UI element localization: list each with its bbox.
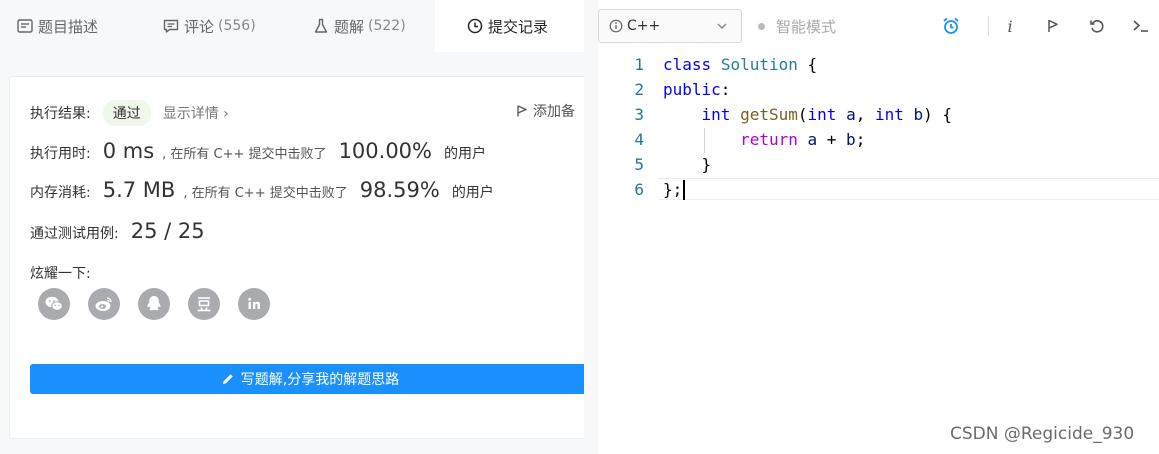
share-label: 炫耀一下:: [30, 266, 91, 282]
comment-icon: [163, 19, 179, 33]
code-line: 1 class Solution {: [598, 52, 1159, 77]
smart-mode-label: 智能模式: [776, 18, 837, 36]
memory-beat-text: , 在所有 C++ 提交中击败了: [183, 186, 348, 201]
toolbar-separator: [988, 16, 989, 36]
add-note-button[interactable]: 添加备: [515, 101, 575, 121]
tab-description-label: 题目描述: [38, 17, 99, 36]
line-number: 1: [634, 55, 644, 74]
memory-value: 5.7 MB: [102, 178, 176, 202]
memory-label: 内存消耗:: [30, 185, 91, 201]
runtime-suffix: 的用户: [444, 146, 486, 162]
code-editor[interactable]: 1 class Solution { 2 public: 3 int getSu…: [598, 52, 1159, 454]
share-icons: [38, 288, 288, 320]
tab-bar: 题目描述 评论 (556) 题解 (522) 提交记录: [0, 0, 584, 52]
tab-description[interactable]: 题目描述: [16, 0, 98, 52]
code-line: 5 }: [598, 152, 1159, 177]
editor-panel: C++ 智能模式 i 1 class Solution { 2 public: …: [598, 0, 1159, 454]
chevron-down-icon: [717, 23, 727, 29]
line-number: 6: [634, 180, 644, 199]
runtime-percent: 100.00%: [338, 139, 432, 163]
editor-toolbar: C++ 智能模式 i: [598, 0, 1159, 52]
tab-solutions[interactable]: 题解 (522): [312, 0, 406, 52]
share-row: 炫耀一下:: [30, 263, 91, 283]
language-select[interactable]: C++: [598, 9, 742, 43]
tab-solutions-count: (522): [368, 18, 406, 34]
show-details-link[interactable]: 显示详情 ›: [163, 103, 229, 123]
testcases-label: 通过测试用例:: [30, 226, 119, 242]
tab-comments-label: 评论: [184, 17, 215, 36]
weibo-icon[interactable]: [88, 288, 120, 320]
text-caret: [683, 180, 685, 200]
submission-result-card: 执行结果: 通过 显示详情 › 添加备 执行用时: 0 ms , 在所有 C++…: [9, 76, 584, 439]
left-panel: 题目描述 评论 (556) 题解 (522) 提交记录 执行结果: 通过 显示详…: [0, 0, 584, 454]
runtime-label: 执行用时:: [30, 146, 91, 162]
chevron-right-icon: ›: [223, 106, 229, 122]
tab-submissions-label: 提交记录: [488, 17, 549, 36]
testcases-value: 25 / 25: [130, 219, 205, 243]
info-icon[interactable]: i: [999, 15, 1021, 37]
show-details-label: 显示详情: [162, 106, 219, 122]
result-label: 执行结果:: [30, 106, 91, 122]
tab-comments[interactable]: 评论 (556): [162, 0, 256, 52]
write-solution-label: 写题解,分享我的解题思路: [240, 372, 400, 388]
code-line: 4 return a + b;: [598, 127, 1159, 152]
flask-icon: [314, 18, 328, 33]
smart-mode-dot: [758, 23, 765, 30]
clock-icon: [467, 18, 483, 34]
pencil-icon: [222, 374, 233, 384]
tab-submissions[interactable]: 提交记录: [435, 0, 584, 52]
alarm-clock-icon[interactable]: [940, 15, 962, 37]
testcases-row: 通过测试用例: 25 / 25: [30, 219, 205, 243]
smart-mode-toggle[interactable]: 智能模式: [758, 16, 836, 37]
panel-divider[interactable]: [584, 0, 598, 454]
console-icon[interactable]: [1130, 15, 1152, 37]
run-flag-icon[interactable]: [1042, 15, 1064, 37]
douban-icon[interactable]: [188, 288, 220, 320]
flag-icon: [517, 105, 527, 117]
runtime-row: 执行用时: 0 ms , 在所有 C++ 提交中击败了 100.00% 的用户: [30, 139, 486, 163]
reset-icon[interactable]: [1086, 15, 1108, 37]
result-row: 执行结果: 通过 显示详情 ›: [30, 100, 229, 126]
language-select-value: C++: [627, 18, 661, 34]
line-number: 4: [634, 130, 644, 149]
tab-solutions-label: 题解: [334, 17, 365, 36]
linkedin-icon[interactable]: [238, 288, 270, 320]
wechat-icon[interactable]: [38, 288, 70, 320]
line-number: 2: [634, 80, 644, 99]
status-badge: 通过: [102, 100, 151, 126]
memory-suffix: 的用户: [451, 185, 494, 201]
write-solution-button[interactable]: 写题解,分享我的解题思路: [30, 364, 584, 394]
memory-percent: 98.59%: [359, 178, 440, 202]
watermark: CSDN @Regicide_930: [950, 424, 1135, 444]
code-line: 2 public:: [598, 77, 1159, 102]
document-icon: [17, 19, 33, 33]
tab-comments-count: (556): [218, 18, 256, 34]
qq-icon[interactable]: [138, 288, 170, 320]
add-note-label: 添加备: [533, 104, 575, 120]
runtime-value: 0 ms: [102, 139, 155, 163]
line-number: 3: [634, 105, 644, 124]
line-number: 5: [634, 155, 644, 174]
memory-row: 内存消耗: 5.7 MB , 在所有 C++ 提交中击败了 98.59% 的用户: [30, 178, 494, 202]
runtime-beat-text: , 在所有 C++ 提交中击败了: [162, 147, 327, 162]
info-circle-icon: [609, 19, 623, 33]
code-line: 3 int getSum(int a, int b) {: [598, 102, 1159, 127]
